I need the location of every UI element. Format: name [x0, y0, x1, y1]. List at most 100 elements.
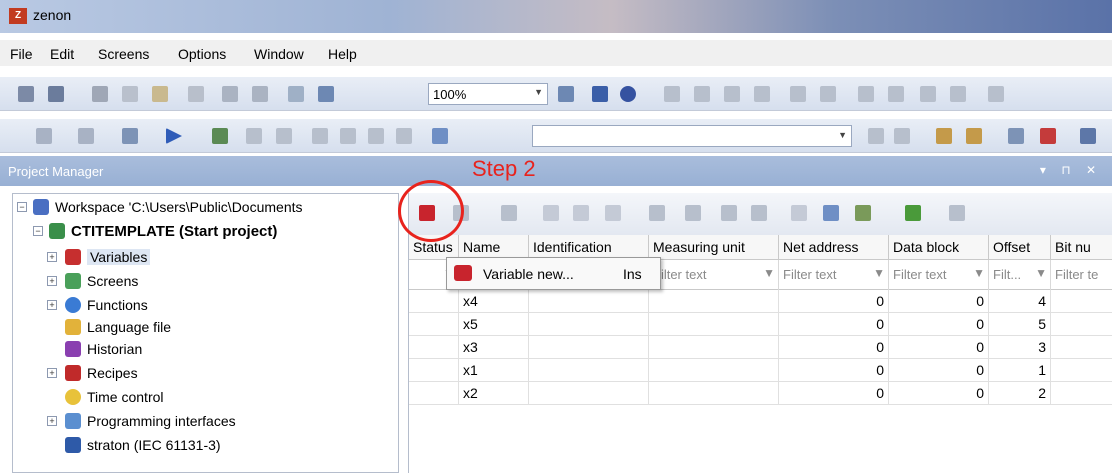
- tree-item-programming-interfaces[interactable]: + Programming interfaces: [15, 411, 398, 433]
- column-measuring-unit[interactable]: Measuring unit: [649, 235, 779, 260]
- center-h-icon[interactable]: [790, 86, 806, 102]
- tree-item-functions[interactable]: + Functions: [15, 295, 398, 317]
- zoom-out-icon[interactable]: [558, 86, 574, 102]
- distribute-h-icon[interactable]: [858, 86, 874, 102]
- play-icon[interactable]: [166, 128, 182, 144]
- distribute-v-icon[interactable]: [888, 86, 904, 102]
- expand-icon[interactable]: +: [47, 300, 57, 310]
- filter-net-address[interactable]: Filter text ▼: [779, 260, 889, 290]
- new-file-icon[interactable]: [36, 128, 52, 144]
- tree-item-time-control[interactable]: Time control: [15, 387, 398, 409]
- pointer-icon[interactable]: [288, 86, 304, 102]
- expand-icon[interactable]: +: [47, 276, 57, 286]
- tree-item-workspace[interactable]: − Workspace 'C:\Users\Public\Documents: [15, 197, 398, 219]
- save-all-icon[interactable]: [48, 86, 64, 102]
- column-bit-number[interactable]: Bit nu: [1051, 235, 1112, 260]
- paste-icon[interactable]: [152, 86, 168, 102]
- transfer-all-icon[interactable]: [276, 128, 292, 144]
- tree-item-project[interactable]: − CTITEMPLATE (Start project): [15, 221, 398, 243]
- menu-help[interactable]: Help: [328, 46, 357, 62]
- paste-icon[interactable]: [573, 205, 589, 221]
- project-icon[interactable]: [122, 128, 138, 144]
- variables-icon[interactable]: [432, 128, 448, 144]
- filter-icon[interactable]: ▼: [873, 266, 885, 280]
- menu-window[interactable]: Window: [254, 46, 304, 62]
- space-v-icon[interactable]: [950, 86, 966, 102]
- tree-item-historian[interactable]: Historian: [15, 339, 398, 361]
- sort-desc-icon[interactable]: [894, 128, 910, 144]
- network-3-icon[interactable]: [368, 128, 384, 144]
- column-data-block[interactable]: Data block: [889, 235, 989, 260]
- panel-controls[interactable]: ▾ ⊓ ✕: [1040, 163, 1102, 177]
- transfer-icon[interactable]: [246, 128, 262, 144]
- menu-options[interactable]: Options: [178, 46, 226, 62]
- zoom-in-icon[interactable]: [318, 86, 334, 102]
- tree-item-language-file[interactable]: Language file: [15, 317, 398, 339]
- network-icon[interactable]: [312, 128, 328, 144]
- compile-icon[interactable]: [212, 128, 228, 144]
- cut-icon[interactable]: [92, 86, 108, 102]
- table-row[interactable]: x1 0 0 1: [409, 359, 1112, 382]
- project-combo[interactable]: ▼: [532, 125, 852, 147]
- variable-new-tooltip[interactable]: Variable new... Ins: [446, 257, 661, 290]
- size-icon[interactable]: [988, 86, 1004, 102]
- table-row[interactable]: x3 0 0 3: [409, 336, 1112, 359]
- xml-import-icon[interactable]: [823, 205, 839, 221]
- replace-all-icon[interactable]: [966, 128, 982, 144]
- menu-edit[interactable]: Edit: [50, 46, 74, 62]
- print-icon[interactable]: [592, 86, 608, 102]
- table-row[interactable]: x4 0 0 4: [409, 290, 1112, 313]
- filter-icon[interactable]: ▼: [1035, 266, 1047, 280]
- center-v-icon[interactable]: [820, 86, 836, 102]
- column-net-address[interactable]: Net address: [779, 235, 889, 260]
- save-icon[interactable]: [18, 86, 34, 102]
- align-right-icon[interactable]: [694, 86, 710, 102]
- find-icon[interactable]: [1080, 128, 1096, 144]
- table-row[interactable]: x2 0 0 2: [409, 382, 1112, 405]
- window-icon[interactable]: [1008, 128, 1024, 144]
- align-left-icon[interactable]: [664, 86, 680, 102]
- filter-bit-number[interactable]: Filter te: [1051, 260, 1112, 290]
- undo-icon[interactable]: [222, 86, 238, 102]
- link-2-icon[interactable]: [721, 205, 737, 221]
- copy-icon[interactable]: [543, 205, 559, 221]
- replace-icon[interactable]: [936, 128, 952, 144]
- align-bottom-icon[interactable]: [754, 86, 770, 102]
- link-icon[interactable]: [685, 205, 701, 221]
- jump-icon[interactable]: [501, 205, 517, 221]
- redo-icon[interactable]: [252, 86, 268, 102]
- tree-item-straton[interactable]: straton (IEC 61131-3): [15, 435, 398, 457]
- network-2-icon[interactable]: [340, 128, 356, 144]
- column-offset[interactable]: Offset: [989, 235, 1051, 260]
- menu-screens[interactable]: Screens: [98, 46, 149, 62]
- network-4-icon[interactable]: [396, 128, 412, 144]
- filter-offset[interactable]: Filt... ▼: [989, 260, 1051, 290]
- tree-item-screens[interactable]: + Screens: [15, 271, 398, 293]
- new-project-icon[interactable]: [78, 128, 94, 144]
- filter-icon[interactable]: ▼: [973, 266, 985, 280]
- space-h-icon[interactable]: [920, 86, 936, 102]
- expand-icon[interactable]: +: [47, 252, 57, 262]
- copy-icon[interactable]: [122, 86, 138, 102]
- tree-item-recipes[interactable]: + Recipes: [15, 363, 398, 385]
- table-row[interactable]: x5 0 0 5: [409, 313, 1112, 336]
- collapse-icon[interactable]: −: [33, 226, 43, 236]
- refresh-icon[interactable]: [855, 205, 871, 221]
- filter-data-block[interactable]: Filter text ▼: [889, 260, 989, 290]
- xml-export-icon[interactable]: [791, 205, 807, 221]
- brush-icon[interactable]: [188, 86, 204, 102]
- expand-icon[interactable]: +: [47, 368, 57, 378]
- columns-icon[interactable]: [649, 205, 665, 221]
- link-3-icon[interactable]: [751, 205, 767, 221]
- clear-filter-icon[interactable]: [949, 205, 965, 221]
- menu-file[interactable]: File: [10, 46, 33, 62]
- filter-icon[interactable]: [905, 205, 921, 221]
- sort-asc-icon[interactable]: [868, 128, 884, 144]
- filter-measuring-unit[interactable]: Filter text ▼: [649, 260, 779, 290]
- collapse-icon[interactable]: −: [17, 202, 27, 212]
- delete-icon[interactable]: [605, 205, 621, 221]
- align-top-icon[interactable]: [724, 86, 740, 102]
- tree-item-variables[interactable]: + Variables: [15, 247, 398, 269]
- close-window-icon[interactable]: [1040, 128, 1056, 144]
- filter-icon[interactable]: ▼: [763, 266, 775, 280]
